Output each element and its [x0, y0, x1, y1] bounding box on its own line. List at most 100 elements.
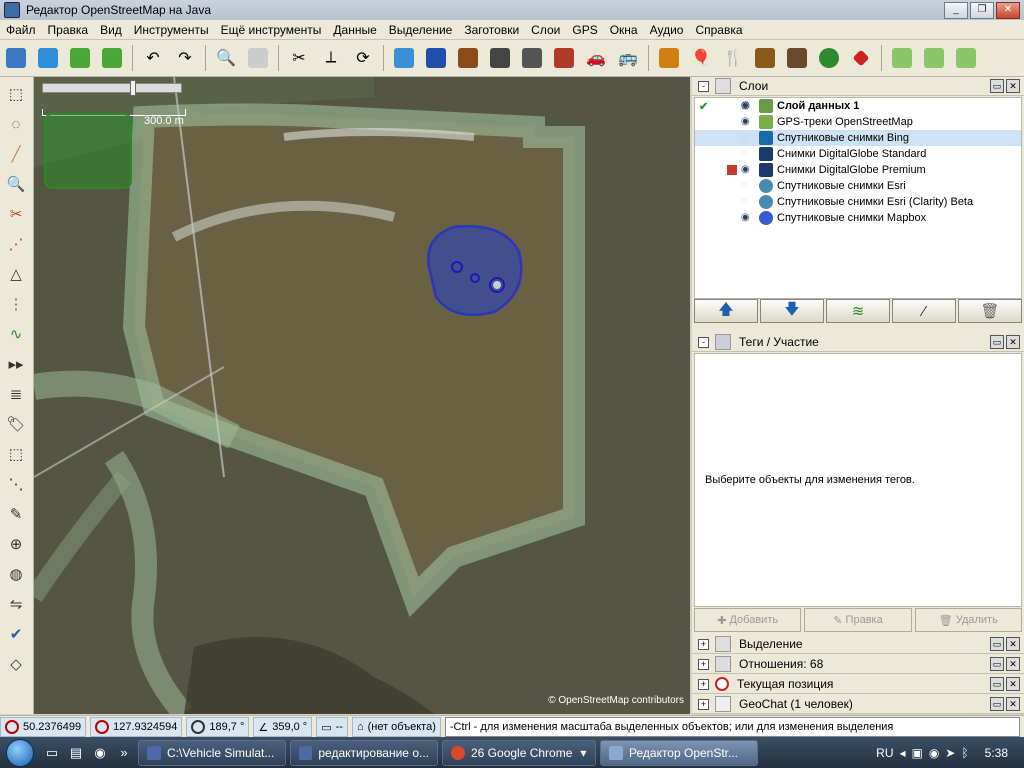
chrome-icon[interactable]: ◉	[90, 743, 110, 763]
extrude-icon[interactable]: ⋮	[3, 291, 29, 317]
water-icon[interactable]	[423, 45, 449, 71]
clock[interactable]: 5:38	[985, 746, 1008, 760]
redo-icon[interactable]: ↷	[172, 45, 198, 71]
selection-icon[interactable]: ⬚	[3, 441, 29, 467]
visibility-eye-icon[interactable]: ◉	[741, 213, 751, 223]
close-panel-button[interactable]: ✕	[1006, 335, 1020, 349]
collapse-icon[interactable]: -	[698, 336, 709, 348]
close-panel-button[interactable]: ✕	[1006, 657, 1020, 671]
layer-row[interactable]: ◉ Спутниковые снимки Mapbox	[695, 210, 1021, 226]
close-panel-button[interactable]: ✕	[1006, 79, 1020, 93]
close-panel-button[interactable]: ✕	[1006, 677, 1020, 691]
map-view[interactable]: 300.0 m © OpenStreetMap contributors	[34, 77, 690, 714]
marker-icon[interactable]	[848, 45, 874, 71]
menu-presets[interactable]: Заготовки	[458, 23, 525, 37]
menu-data[interactable]: Данные	[327, 23, 382, 37]
undock-button[interactable]: ▭	[990, 637, 1004, 651]
wall-icon[interactable]	[551, 45, 577, 71]
geochat-panel-header[interactable]: + GeoChat (1 человек) ▭ ✕	[692, 695, 1024, 714]
search-icon[interactable]: 🔍	[213, 45, 239, 71]
hidden-eye-icon[interactable]: ◌	[741, 149, 751, 159]
menu-windows[interactable]: Окна	[604, 23, 644, 37]
delete-tag-button[interactable]: 🗑 Удалить	[914, 608, 1022, 632]
delete-layer-button[interactable]: 🗑	[958, 299, 1022, 323]
menu-audio[interactable]: Аудио	[644, 23, 690, 37]
download-icon[interactable]	[35, 45, 61, 71]
layer-row[interactable]: ◉ GPS-треки OpenStreetMap	[695, 114, 1021, 130]
menu-help[interactable]: Справка	[689, 23, 748, 37]
menu-view[interactable]: Вид	[94, 23, 128, 37]
rail-icon[interactable]	[519, 45, 545, 71]
bug-icon[interactable]: ◇	[3, 651, 29, 677]
industrial-icon[interactable]	[784, 45, 810, 71]
tree-icon[interactable]	[816, 45, 842, 71]
telegram-icon[interactable]: ➤	[945, 746, 955, 760]
hidden-eye-icon[interactable]: ◌	[741, 181, 751, 191]
menu-gps[interactable]: GPS	[566, 23, 603, 37]
poi-icon[interactable]: 🎈	[688, 45, 714, 71]
position-panel-header[interactable]: + Текущая позиция ▭ ✕	[692, 675, 1024, 694]
menu-more-tools[interactable]: Ещё инструменты	[215, 23, 328, 37]
upload-green-icon[interactable]	[921, 45, 947, 71]
relation-icon[interactable]: ⋱	[3, 471, 29, 497]
parallel-icon[interactable]: ⋰	[3, 231, 29, 257]
bluetooth-icon[interactable]: ᛒ	[961, 746, 968, 760]
minimize-button[interactable]: _	[944, 2, 968, 19]
bus-icon[interactable]: 🚌	[615, 45, 641, 71]
layer-list-icon[interactable]: ≣	[3, 381, 29, 407]
car-icon[interactable]: 🚗	[583, 45, 609, 71]
history-icon[interactable]: ✎	[3, 501, 29, 527]
expand-icon[interactable]: +	[698, 698, 709, 710]
collapse-icon[interactable]: -	[698, 80, 709, 92]
download-selection-icon[interactable]	[67, 45, 93, 71]
validator-icon[interactable]: ✔	[3, 621, 29, 647]
visibility-eye-icon[interactable]: ◉	[741, 165, 751, 175]
task-vehicle-simulator[interactable]: C:\Vehicle Simulat...	[138, 739, 286, 766]
layer-row[interactable]: ◌ Спутниковые снимки Bing	[695, 130, 1021, 146]
upload-icon[interactable]	[99, 45, 125, 71]
close-panel-button[interactable]: ✕	[1006, 697, 1020, 711]
undock-button[interactable]: ▭	[990, 677, 1004, 691]
task-chrome[interactable]: 26 Google Chrome ▾	[442, 739, 596, 766]
combine-icon[interactable]: ⟳	[350, 45, 376, 71]
zoom-slider-knob[interactable]	[130, 80, 136, 96]
add-tag-button[interactable]: ✚ Добавить	[694, 608, 802, 632]
layer-row[interactable]: ◌ Снимки DigitalGlobe Standard	[695, 146, 1021, 162]
visibility-eye-icon[interactable]: ◉	[741, 101, 751, 111]
network-icon[interactable]: ▣	[912, 746, 923, 760]
waterway-icon[interactable]	[391, 45, 417, 71]
undock-button[interactable]: ▭	[990, 657, 1004, 671]
more-icon[interactable]: ▸▸	[3, 351, 29, 377]
maximize-button[interactable]: ❐	[970, 2, 994, 19]
undock-button[interactable]: ▭	[990, 79, 1004, 93]
menu-selection[interactable]: Выделение	[383, 23, 459, 37]
food-icon[interactable]: 🍴	[720, 45, 746, 71]
delete-icon[interactable]: ✂	[3, 201, 29, 227]
measure-icon[interactable]: △	[3, 261, 29, 287]
task-editing[interactable]: редактирование о...	[290, 739, 438, 766]
relations-panel-header[interactable]: + Отношения: 68 ▭ ✕	[692, 655, 1024, 674]
tag-icon[interactable]: 🏷	[3, 411, 29, 437]
close-panel-button[interactable]: ✕	[1006, 637, 1020, 651]
quicklaunch-more-icon[interactable]: »	[114, 743, 134, 763]
road-icon[interactable]	[487, 45, 513, 71]
undo-icon[interactable]: ↶	[140, 45, 166, 71]
close-button[interactable]: ✕	[996, 2, 1020, 19]
expand-icon[interactable]: +	[698, 658, 709, 670]
menu-layers[interactable]: Слои	[525, 23, 566, 37]
minimap[interactable]	[44, 113, 132, 189]
menu-edit[interactable]: Правка	[42, 23, 95, 37]
layer-row[interactable]: ◌ Спутниковые снимки Esri (Clarity) Beta	[695, 194, 1021, 210]
split-icon[interactable]: ⟂	[318, 45, 344, 71]
zoom-slider[interactable]	[42, 80, 182, 96]
position-icon[interactable]: ⊕	[3, 531, 29, 557]
zoom-icon[interactable]: 🔍	[3, 171, 29, 197]
shrink-icon[interactable]	[953, 45, 979, 71]
railway-icon[interactable]	[455, 45, 481, 71]
merge-layers-button[interactable]: ≋	[826, 299, 890, 323]
select-icon[interactable]: ⬚	[3, 81, 29, 107]
language-indicator[interactable]: RU	[876, 746, 893, 760]
move-down-button[interactable]: 🡇	[760, 299, 824, 323]
undock-button[interactable]: ▭	[990, 335, 1004, 349]
warning-icon[interactable]	[656, 45, 682, 71]
